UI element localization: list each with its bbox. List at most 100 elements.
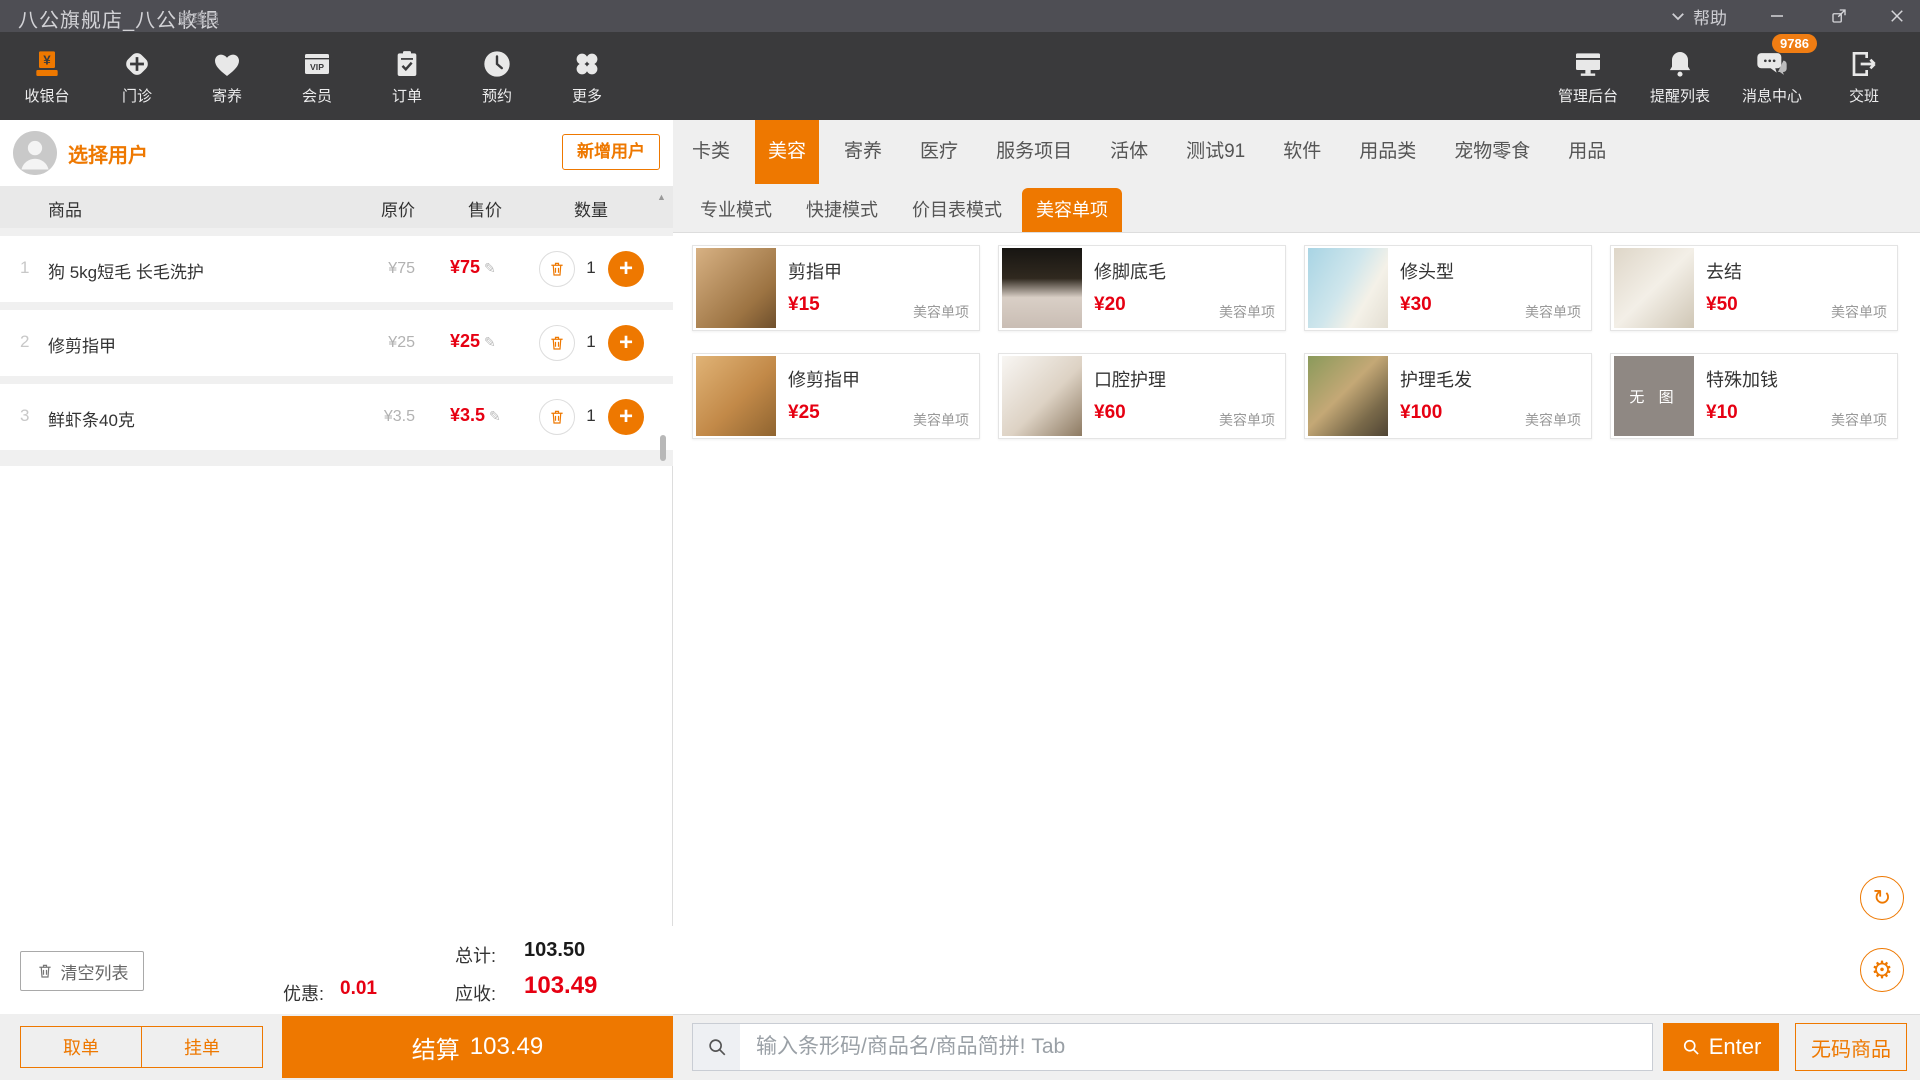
category-tab[interactable]: 服务项目 — [983, 120, 1085, 184]
discount-label: 优惠: — [283, 980, 324, 1006]
nav-item[interactable]: 寄养 — [182, 32, 272, 120]
product-card[interactable]: 口腔护理 ¥60 美容单项 — [998, 353, 1286, 439]
discount-value: 0.01 — [340, 978, 377, 1000]
category-tab[interactable]: 宠物零食 — [1441, 120, 1543, 184]
barcode-search-input[interactable] — [740, 1023, 1653, 1071]
mode-tab[interactable]: 快捷模式 — [792, 188, 892, 232]
nav-item-label: 订单 — [392, 85, 422, 106]
original-price: ¥3.5 — [330, 408, 415, 426]
product-card[interactable]: 修脚底毛 ¥20 美容单项 — [998, 245, 1286, 331]
product-name: 修剪指甲 — [788, 366, 860, 392]
close-icon — [1888, 7, 1906, 25]
remove-item-button[interactable] — [539, 251, 575, 287]
checkout-button[interactable]: 结算 103.49 — [282, 1016, 673, 1078]
restore-window-icon — [1830, 7, 1848, 25]
product-name: 特殊加钱 — [1706, 366, 1778, 392]
product-name: 修头型 — [1400, 258, 1454, 284]
nav-item[interactable]: 管理后台 — [1542, 32, 1634, 120]
remove-item-button[interactable] — [539, 399, 575, 435]
product-price: ¥50 — [1706, 294, 1738, 316]
help-label: 帮助 — [1693, 4, 1727, 29]
category-tab[interactable]: 卡类 — [679, 120, 743, 184]
nav-item-label: 消息中心 — [1742, 85, 1802, 106]
hold-order-button[interactable]: 挂单 — [141, 1027, 262, 1067]
product-price: ¥100 — [1400, 402, 1442, 424]
product-card[interactable]: 修剪指甲 ¥25 美容单项 — [692, 353, 980, 439]
close-button[interactable] — [1882, 0, 1912, 32]
take-order-button[interactable]: 取单 — [21, 1027, 141, 1067]
nav-item-label: 收银台 — [24, 85, 69, 106]
category-tab[interactable]: 用品 — [1555, 120, 1619, 184]
edit-price-icon[interactable]: ✎ — [484, 334, 496, 350]
nav-item-label: 管理后台 — [1558, 85, 1618, 106]
product-grid: 剪指甲 ¥15 美容单项 修脚底毛 ¥20 美容单项 修头型 ¥30 美容单项 … — [692, 245, 1920, 461]
sale-price-group: ¥3.5✎ — [450, 405, 540, 426]
increase-quantity-button[interactable]: + — [608, 399, 644, 435]
nav-item[interactable]: 订单 — [362, 32, 452, 120]
trash-icon — [36, 962, 54, 980]
product-card[interactable]: 去结 ¥50 美容单项 — [1610, 245, 1898, 331]
product-category-tag: 美容单项 — [1219, 302, 1275, 322]
category-tab[interactable]: 美容 — [755, 120, 819, 184]
nav-item[interactable]: 更多 — [542, 32, 632, 120]
col-header-quantity: 数量 — [561, 196, 621, 221]
category-tab[interactable]: 寄养 — [831, 120, 895, 184]
nav-item-label: 预约 — [482, 85, 512, 106]
product-category-tag: 美容单项 — [1831, 410, 1887, 430]
edit-price-icon[interactable]: ✎ — [489, 408, 501, 424]
category-tab[interactable]: 测试91 — [1173, 120, 1258, 184]
mode-tab[interactable]: 美容单项 — [1022, 188, 1122, 232]
mode-tab[interactable]: 价目表模式 — [898, 188, 1016, 232]
minimize-button[interactable] — [1762, 0, 1792, 32]
person-icon — [13, 131, 57, 175]
nav-item[interactable]: 提醒列表 — [1634, 32, 1726, 120]
help-menu[interactable]: 帮助 — [1669, 0, 1727, 32]
product-category-tag: 美容单项 — [1831, 302, 1887, 322]
refresh-button[interactable]: ↻ — [1860, 876, 1904, 920]
row-index: 2 — [20, 332, 29, 352]
enter-button[interactable]: Enter — [1663, 1023, 1779, 1071]
edit-price-icon[interactable]: ✎ — [484, 260, 496, 276]
nav-item[interactable]: 消息中心 9786 — [1726, 32, 1818, 120]
total-label: 总计: — [455, 942, 496, 968]
nav-item[interactable]: 预约 — [452, 32, 542, 120]
category-tab[interactable]: 医疗 — [907, 120, 971, 184]
select-user-link[interactable]: 选择用户 — [68, 139, 148, 168]
product-price: ¥15 — [788, 294, 820, 316]
trash-icon — [548, 334, 566, 352]
category-tab[interactable]: 软件 — [1270, 120, 1334, 184]
nav-item[interactable]: VIP 会员 — [272, 32, 362, 120]
chevron-down-icon — [1669, 7, 1687, 25]
nav-item[interactable]: 交班 — [1818, 32, 1910, 120]
product-name: 护理毛发 — [1400, 366, 1472, 392]
mode-tab[interactable]: 专业模式 — [686, 188, 786, 232]
clear-list-button[interactable]: 清空列表 — [20, 951, 144, 991]
product-card[interactable]: 无 图 特殊加钱 ¥10 美容单项 — [1610, 353, 1898, 439]
product-category-tag: 美容单项 — [1525, 302, 1581, 322]
settings-button[interactable]: ⚙ — [1860, 948, 1904, 992]
product-card[interactable]: 护理毛发 ¥100 美容单项 — [1304, 353, 1592, 439]
add-user-button[interactable]: 新增用户 — [562, 134, 660, 170]
increase-quantity-button[interactable]: + — [608, 325, 644, 361]
nav-item[interactable]: ¥ 收银台 — [2, 32, 92, 120]
product-name: 口腔护理 — [1094, 366, 1166, 392]
category-tab[interactable]: 活体 — [1097, 120, 1161, 184]
cart-scrollbar-thumb[interactable] — [660, 435, 666, 461]
product-card[interactable]: 剪指甲 ¥15 美容单项 — [692, 245, 980, 331]
increase-quantity-button[interactable]: + — [608, 251, 644, 287]
sale-price: ¥75 — [450, 257, 480, 277]
cart-table-header: 商品 原价 售价 数量 — [0, 186, 673, 228]
no-barcode-product-button[interactable]: 无码商品 — [1795, 1023, 1907, 1071]
scroll-up-arrow[interactable]: ▲ — [657, 192, 666, 202]
nav-item[interactable]: 门诊 — [92, 32, 182, 120]
trash-icon — [548, 260, 566, 278]
total-value: 103.50 — [524, 939, 585, 962]
main-toolbar: ¥ 收银台 门诊 寄养 VIP 会员 订单 预约 更多 管理后台 提醒列表 消息… — [0, 32, 1920, 120]
product-card[interactable]: 修头型 ¥30 美容单项 — [1304, 245, 1592, 331]
original-price: ¥75 — [330, 260, 415, 278]
remove-item-button[interactable] — [539, 325, 575, 361]
user-avatar[interactable] — [13, 131, 57, 175]
category-tab[interactable]: 用品类 — [1346, 120, 1429, 184]
search-bar: Enter 无码商品 — [673, 1014, 1920, 1080]
restore-window-button[interactable] — [1824, 0, 1854, 32]
